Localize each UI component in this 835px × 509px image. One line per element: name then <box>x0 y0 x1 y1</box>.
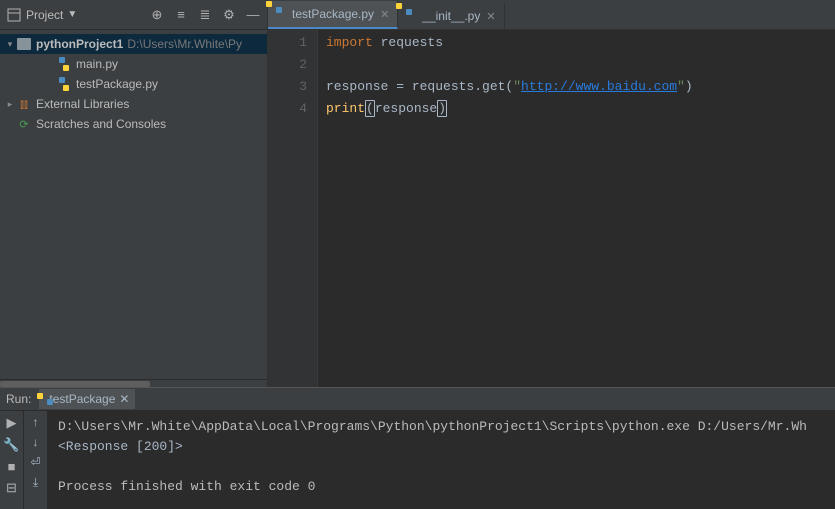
gear-icon[interactable]: ⚙ <box>221 7 237 23</box>
line-number: 3 <box>268 76 307 98</box>
down-icon[interactable]: ↓ <box>33 435 39 449</box>
up-icon[interactable]: ↑ <box>33 415 39 429</box>
project-tree: ▾ pythonProject1 D:\Users\Mr.White\Py ma… <box>0 30 267 379</box>
file-label: main.py <box>76 57 118 71</box>
line-number: 1 <box>268 32 307 54</box>
project-pane-icon <box>6 7 22 23</box>
sidebar-tools: ⊕ ≡ ≣ ⚙ — <box>149 7 261 23</box>
tab-label: __init__.py <box>422 9 480 23</box>
scratches-label: Scratches and Consoles <box>36 117 166 131</box>
run-tab-label: testPackage <box>49 392 115 406</box>
close-icon[interactable]: ✕ <box>486 10 495 23</box>
close-icon[interactable]: ✕ <box>119 392 129 406</box>
code-editor[interactable]: 1 2 3 4 import requests response = reque… <box>268 30 835 387</box>
tab-init[interactable]: __init__.py ✕ <box>398 3 504 29</box>
chevron-down-icon[interactable]: ▾ <box>4 39 16 50</box>
scroll-to-end-icon[interactable]: ⤓ <box>33 475 38 490</box>
line-number: 2 <box>268 54 307 76</box>
run-toolbar-left: ▶ 🔧 ■ ⊟ <box>0 411 24 509</box>
tab-label: testPackage.py <box>292 7 374 21</box>
python-file-icon <box>56 56 72 72</box>
python-file-icon <box>56 76 72 92</box>
run-label: Run: <box>6 392 31 406</box>
dropdown-icon[interactable]: ▼ <box>67 9 77 20</box>
folder-icon <box>16 36 32 52</box>
line-gutter: 1 2 3 4 <box>268 30 318 387</box>
line-number: 4 <box>268 98 307 120</box>
expand-all-icon[interactable]: ≡ <box>173 7 189 23</box>
sidebar-header: Project ▼ ⊕ ≡ ≣ ⚙ — <box>0 0 267 30</box>
soft-wrap-icon[interactable]: ⏎ <box>30 455 40 469</box>
sidebar-title: Project <box>26 8 63 22</box>
sidebar-scrollbar[interactable] <box>0 379 267 387</box>
project-path: D:\Users\Mr.White\Py <box>127 37 242 51</box>
editor-pane: testPackage.py ✕ __init__.py ✕ 1 2 3 4 i… <box>268 0 835 387</box>
console-output[interactable]: D:\Users\Mr.White\AppData\Local\Programs… <box>48 411 835 509</box>
file-label: testPackage.py <box>76 77 158 91</box>
chevron-right-icon[interactable]: ▸ <box>4 99 16 110</box>
file-main-py[interactable]: main.py <box>0 54 267 74</box>
editor-tab-bar: testPackage.py ✕ __init__.py ✕ <box>268 0 835 30</box>
hide-icon[interactable]: — <box>245 7 261 23</box>
code-area[interactable]: import requests response = requests.get(… <box>318 30 835 387</box>
scrollbar-thumb[interactable] <box>0 381 150 387</box>
run-body: ▶ 🔧 ■ ⊟ ↑ ↓ ⏎ ⤓ D:\Users\Mr.White\AppDat… <box>0 411 835 509</box>
layout-icon[interactable]: ⊟ <box>6 480 17 496</box>
project-root[interactable]: ▾ pythonProject1 D:\Users\Mr.White\Py <box>0 34 267 54</box>
python-file-icon <box>274 7 288 21</box>
collapse-all-icon[interactable]: ≣ <box>197 7 213 23</box>
project-sidebar: Project ▼ ⊕ ≡ ≣ ⚙ — ▾ pythonProject1 D:\… <box>0 0 268 387</box>
run-toolbar-right: ↑ ↓ ⏎ ⤓ <box>24 411 48 509</box>
console-line: Process finished with exit code 0 <box>58 479 315 494</box>
libraries-icon: ⫾⫾ <box>16 96 32 112</box>
run-tab[interactable]: testPackage ✕ <box>39 389 135 409</box>
run-header: Run: testPackage ✕ <box>0 388 835 411</box>
scratches-icon: ⟳ <box>16 116 32 132</box>
project-name: pythonProject1 <box>36 37 123 51</box>
external-libraries[interactable]: ▸ ⫾⫾ External Libraries <box>0 94 267 114</box>
wrench-icon[interactable]: 🔧 <box>3 437 19 453</box>
tab-testpackage[interactable]: testPackage.py ✕ <box>268 1 398 29</box>
external-libraries-label: External Libraries <box>36 97 129 111</box>
console-line: <Response [200]> <box>58 439 183 454</box>
locate-icon[interactable]: ⊕ <box>149 7 165 23</box>
run-panel: Run: testPackage ✕ ▶ 🔧 ■ ⊟ ↑ ↓ ⏎ ⤓ D:\Us… <box>0 387 835 509</box>
scratches-consoles[interactable]: ⟳ Scratches and Consoles <box>0 114 267 134</box>
file-testpackage-py[interactable]: testPackage.py <box>0 74 267 94</box>
rerun-icon[interactable]: ▶ <box>7 415 17 431</box>
close-icon[interactable]: ✕ <box>380 8 389 21</box>
python-file-icon <box>404 9 418 23</box>
console-line: D:\Users\Mr.White\AppData\Local\Programs… <box>58 419 807 434</box>
stop-icon[interactable]: ■ <box>8 459 16 474</box>
